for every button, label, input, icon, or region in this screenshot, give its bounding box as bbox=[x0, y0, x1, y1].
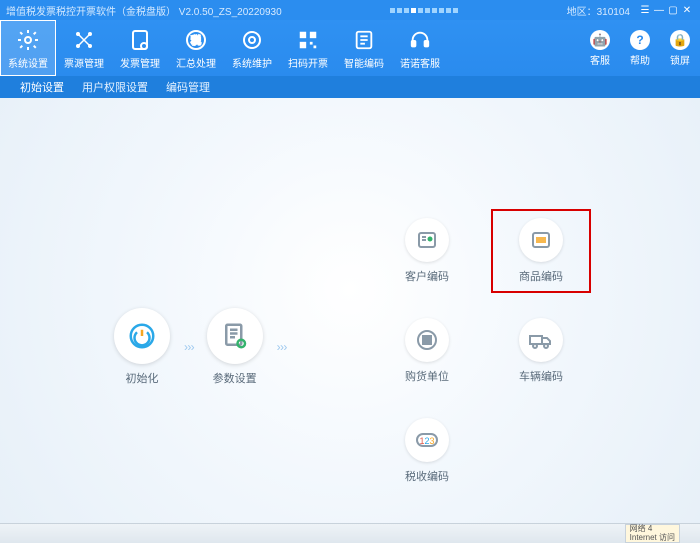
power-icon bbox=[114, 308, 170, 364]
qrcode-icon bbox=[295, 27, 321, 53]
app-title: 增值税发票税控开票软件（金税盘版） V2.0.50_ZS_20220930 bbox=[6, 3, 282, 18]
flow-init[interactable]: 初始化 bbox=[114, 308, 170, 386]
person-card-icon bbox=[405, 218, 449, 262]
grid-purchaser[interactable]: 购货单位 bbox=[377, 309, 477, 393]
sum-badge-icon: 税 bbox=[183, 27, 209, 53]
barcode-doc-icon bbox=[351, 27, 377, 53]
truck-icon bbox=[519, 318, 563, 362]
tool-nuonuo-service[interactable]: 诺诺客服 bbox=[392, 20, 448, 76]
flow-params[interactable]: 参数设置 bbox=[207, 308, 263, 386]
robot-icon: 🤖 bbox=[590, 30, 610, 50]
menu-icon[interactable]: ☰ bbox=[638, 5, 652, 16]
submenu-user-permission[interactable]: 用户权限设置 bbox=[82, 79, 148, 95]
arrow-icon: › › › bbox=[277, 340, 286, 354]
grid-vehicle-code[interactable]: 车辆编码 bbox=[491, 309, 591, 393]
maximize-icon[interactable]: ▢ bbox=[666, 5, 680, 16]
svg-text:123: 123 bbox=[419, 436, 434, 446]
minimize-icon[interactable]: — bbox=[652, 5, 666, 16]
svg-text:税: 税 bbox=[191, 34, 201, 47]
lock-button[interactable]: 🔒 锁屏 bbox=[660, 20, 700, 76]
content-area: 初始化 › › › 参数设置 › › › 客户编码 商品编码 bbox=[0, 98, 700, 523]
nodes-icon bbox=[71, 27, 97, 53]
flow-row: 初始化 › › › 参数设置 › › › bbox=[114, 308, 285, 386]
grid-product-code[interactable]: 商品编码 bbox=[491, 209, 591, 293]
close-icon[interactable]: ✕ bbox=[680, 5, 694, 16]
main-toolbar: 系统设置 票源管理 发票管理 税 汇总处理 系统维护 扫码开票 智能编码 bbox=[0, 20, 700, 76]
tool-smart-coding[interactable]: 智能编码 bbox=[336, 20, 392, 76]
pager-dots bbox=[282, 5, 567, 16]
taskbar: 网络 4 Internet 访问 bbox=[0, 523, 700, 543]
arrow-icon: › › › bbox=[184, 340, 193, 354]
tool-invoice-manage[interactable]: 发票管理 bbox=[112, 20, 168, 76]
list-grid-icon bbox=[405, 318, 449, 362]
tool-ticket-source[interactable]: 票源管理 bbox=[56, 20, 112, 76]
tool-scan-invoice[interactable]: 扫码开票 bbox=[280, 20, 336, 76]
submenu-code-manage[interactable]: 编码管理 bbox=[166, 79, 210, 95]
tool-summary[interactable]: 税 汇总处理 bbox=[168, 20, 224, 76]
titlebar: 增值税发票税控开票软件（金税盘版） V2.0.50_ZS_20220930 地区… bbox=[0, 0, 700, 20]
submenu: 初始设置 用户权限设置 编码管理 bbox=[0, 76, 700, 98]
network-popup[interactable]: 网络 4 Internet 访问 bbox=[625, 524, 680, 543]
help-button[interactable]: ? 帮助 bbox=[620, 20, 660, 76]
code-grid: 客户编码 商品编码 购货单位 车辆编码 bbox=[370, 193, 598, 503]
tool-system-settings[interactable]: 系统设置 bbox=[0, 20, 56, 76]
tool-label: 系统设置 bbox=[8, 55, 48, 70]
gear-icon bbox=[15, 27, 41, 53]
tool-system-maintain[interactable]: 系统维护 bbox=[224, 20, 280, 76]
barcode-icon bbox=[519, 218, 563, 262]
doc-gear-icon bbox=[127, 27, 153, 53]
region-label: 地区：310104 bbox=[567, 3, 630, 18]
headset-icon bbox=[407, 27, 433, 53]
submenu-initial-settings[interactable]: 初始设置 bbox=[20, 79, 64, 95]
wrench-gear-icon bbox=[239, 27, 265, 53]
grid-customer-code[interactable]: 客户编码 bbox=[377, 209, 477, 293]
help-icon: ? bbox=[630, 30, 650, 50]
grid-tax-code[interactable]: 123 税收编码 bbox=[377, 409, 477, 493]
lock-icon: 🔒 bbox=[670, 30, 690, 50]
digits-icon: 123 bbox=[405, 418, 449, 462]
doc-cog-icon bbox=[207, 308, 263, 364]
service-button[interactable]: 🤖 客服 bbox=[580, 20, 620, 76]
